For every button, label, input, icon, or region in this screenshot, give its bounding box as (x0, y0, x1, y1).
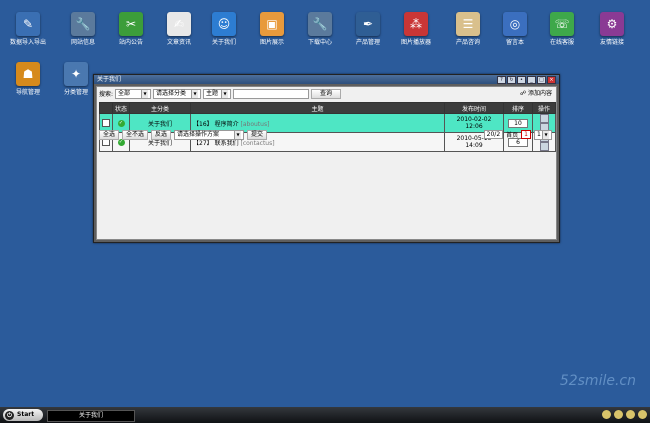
row-id: 【16】 (193, 120, 213, 128)
add-content-label: 添加内容 (527, 90, 552, 97)
col-order: 排序 (503, 102, 533, 114)
col-date: 发布时间 (444, 102, 504, 114)
taskbar: ⏻ Start 关于我们 (0, 407, 650, 423)
desktop-icon-1[interactable]: ✎ 数据导入导出 (0, 12, 56, 47)
window-title: 关于我们 (97, 76, 122, 83)
download-tools-icon: 🔧 (308, 12, 332, 36)
row-slug: [aboutus] (240, 120, 270, 128)
search-button[interactable]: 查询 (311, 88, 342, 99)
users-icon: ☗ (16, 62, 40, 86)
add-content-link[interactable]: ☍ 添加内容 (520, 89, 552, 98)
minimize-icon[interactable]: _ (527, 76, 536, 84)
accessibility-icon: ☺ (212, 12, 236, 36)
data-import-export-icon: ✎ (16, 12, 40, 36)
desktop-icon-label: 数据导入导出 (9, 39, 46, 46)
col-select (99, 102, 113, 114)
tray-info-icon[interactable] (602, 410, 611, 419)
picture-icon: ▣ (260, 12, 284, 36)
row-slug: [contactus] (240, 139, 275, 147)
chat-icon: ☏ (550, 12, 574, 36)
taskbar-item-about-us[interactable]: 关于我们 (47, 410, 135, 422)
chevron-down-icon: ▼ (141, 89, 149, 98)
search-bar: 搜索: 全部 ▼ 请选择分类 ▼ 主题 ▼ 查询 (99, 88, 554, 99)
edit-icon[interactable] (540, 114, 549, 123)
power-icon: ⏻ (5, 410, 14, 420)
search-input[interactable] (233, 88, 310, 99)
field-select-value: 主题 (206, 89, 219, 97)
action-select[interactable]: 请选择操作方案 ▼ (174, 129, 245, 140)
invert-selection-button[interactable]: 反选 (151, 129, 172, 140)
row-title[interactable]: 程序简介 (215, 121, 239, 128)
pen-tool-icon: ✒ (356, 12, 380, 36)
dice-icon: ⁂ (404, 12, 428, 36)
table-header: 状态 主分类 主题 发布时间 排序 操作 (99, 102, 556, 114)
chevron-down-icon: ▼ (221, 89, 229, 98)
desktop-icon-label: 在线客服 (549, 39, 574, 46)
category-icon: ✦ (64, 62, 88, 86)
start-label: Start (17, 411, 35, 418)
current-page[interactable]: 1 (521, 130, 531, 139)
filter-all-select[interactable]: 全部 ▼ (115, 88, 152, 99)
gear-icon: ⚙ (600, 12, 624, 36)
select-all-button[interactable]: 全选 (99, 129, 120, 140)
globe-icon: ◎ (503, 12, 527, 36)
maximize-icon[interactable]: □ (537, 76, 546, 84)
window-content: 搜索: 全部 ▼ 请选择分类 ▼ 主题 ▼ 查询 ☍ 添加内容 状态 主分类 主… (96, 86, 557, 240)
system-tray (602, 410, 647, 419)
page-select-value: 1 (537, 130, 541, 138)
col-actions: 操作 (532, 102, 556, 114)
col-category: 主分类 (129, 102, 191, 114)
page-info: 20/2 (483, 130, 504, 139)
pagination: 20/2 首页 1 1 ▼ (483, 129, 552, 140)
tray-warning-icon[interactable] (626, 410, 635, 419)
field-select[interactable]: 主题 ▼ (203, 88, 232, 99)
tray-user-icon[interactable] (614, 410, 623, 419)
col-status: 状态 (112, 102, 130, 114)
desktop-icon-13[interactable]: ⚙ 友情链接 (584, 12, 640, 47)
status-ok-icon[interactable]: ✓ (117, 119, 125, 127)
help-icon[interactable]: ? (497, 76, 506, 84)
desktop: ✎ 数据导入导出 🔧 网站信息 ✂ 站内公告 ✍ 文章资讯 ☺ 关于我们 ▣ 图片展示 🔧 下载中心 ✒ 产品… (0, 0, 650, 407)
row-id: 【27】 (193, 139, 213, 147)
desktop-icon-label: 友情链接 (599, 39, 624, 46)
content-table: 状态 主分类 主题 发布时间 排序 操作 ✓ 关于我们 【16】 程序简介 [a… (99, 102, 556, 152)
desktop-icon-label: 图片播放器 (400, 39, 431, 46)
row-checkbox[interactable] (102, 119, 110, 127)
window-titlebar[interactable]: 关于我们 ? ↻ • _ □ × (94, 75, 559, 84)
first-page-link[interactable]: 首页 (506, 130, 518, 139)
row-title[interactable]: 联系我们 (215, 140, 239, 147)
add-icon: ☍ (519, 90, 527, 97)
search-label: 搜索: (99, 91, 114, 98)
wrench-icon: 🔧 (71, 12, 95, 36)
notepad-icon: ✍ (167, 12, 191, 36)
watermark: 52smile.cn (559, 373, 636, 389)
tray-sound-icon[interactable] (638, 410, 647, 419)
close-icon[interactable]: × (547, 76, 556, 84)
chevron-down-icon: ▼ (234, 130, 242, 139)
desktop-icon-12[interactable]: ☏ 在线客服 (534, 12, 590, 47)
col-title: 主题 (190, 102, 445, 114)
chevron-down-icon: ▼ (191, 89, 199, 98)
category-select-value: 请选择分类 (156, 89, 187, 97)
clipboard-icon: ☰ (456, 12, 480, 36)
about-us-window: 关于我们 ? ↻ • _ □ × 搜索: 全部 ▼ 请选择分类 ▼ 主题 ▼ 查… (93, 74, 560, 243)
start-button[interactable]: ⏻ Start (3, 409, 43, 421)
window-controls: ? ↻ • _ □ × (497, 76, 556, 84)
tools-icon: ✂ (119, 12, 143, 36)
filter-all-value: 全部 (118, 89, 131, 97)
chevron-down-icon: ▼ (542, 130, 549, 139)
category-select[interactable]: 请选择分类 ▼ (153, 88, 202, 99)
refresh-icon[interactable]: ↻ (507, 76, 516, 84)
submit-button[interactable]: 提交 (247, 129, 268, 140)
delete-icon[interactable] (540, 142, 549, 151)
select-none-button[interactable]: 全不选 (122, 129, 149, 140)
pin-icon[interactable]: • (517, 76, 526, 84)
row-order-input[interactable]: 10 (508, 118, 528, 128)
action-select-value: 请选择操作方案 (177, 130, 220, 138)
desktop-icon-9[interactable]: ⁂ 图片播放器 (388, 12, 444, 47)
page-select[interactable]: 1 ▼ (534, 129, 552, 140)
